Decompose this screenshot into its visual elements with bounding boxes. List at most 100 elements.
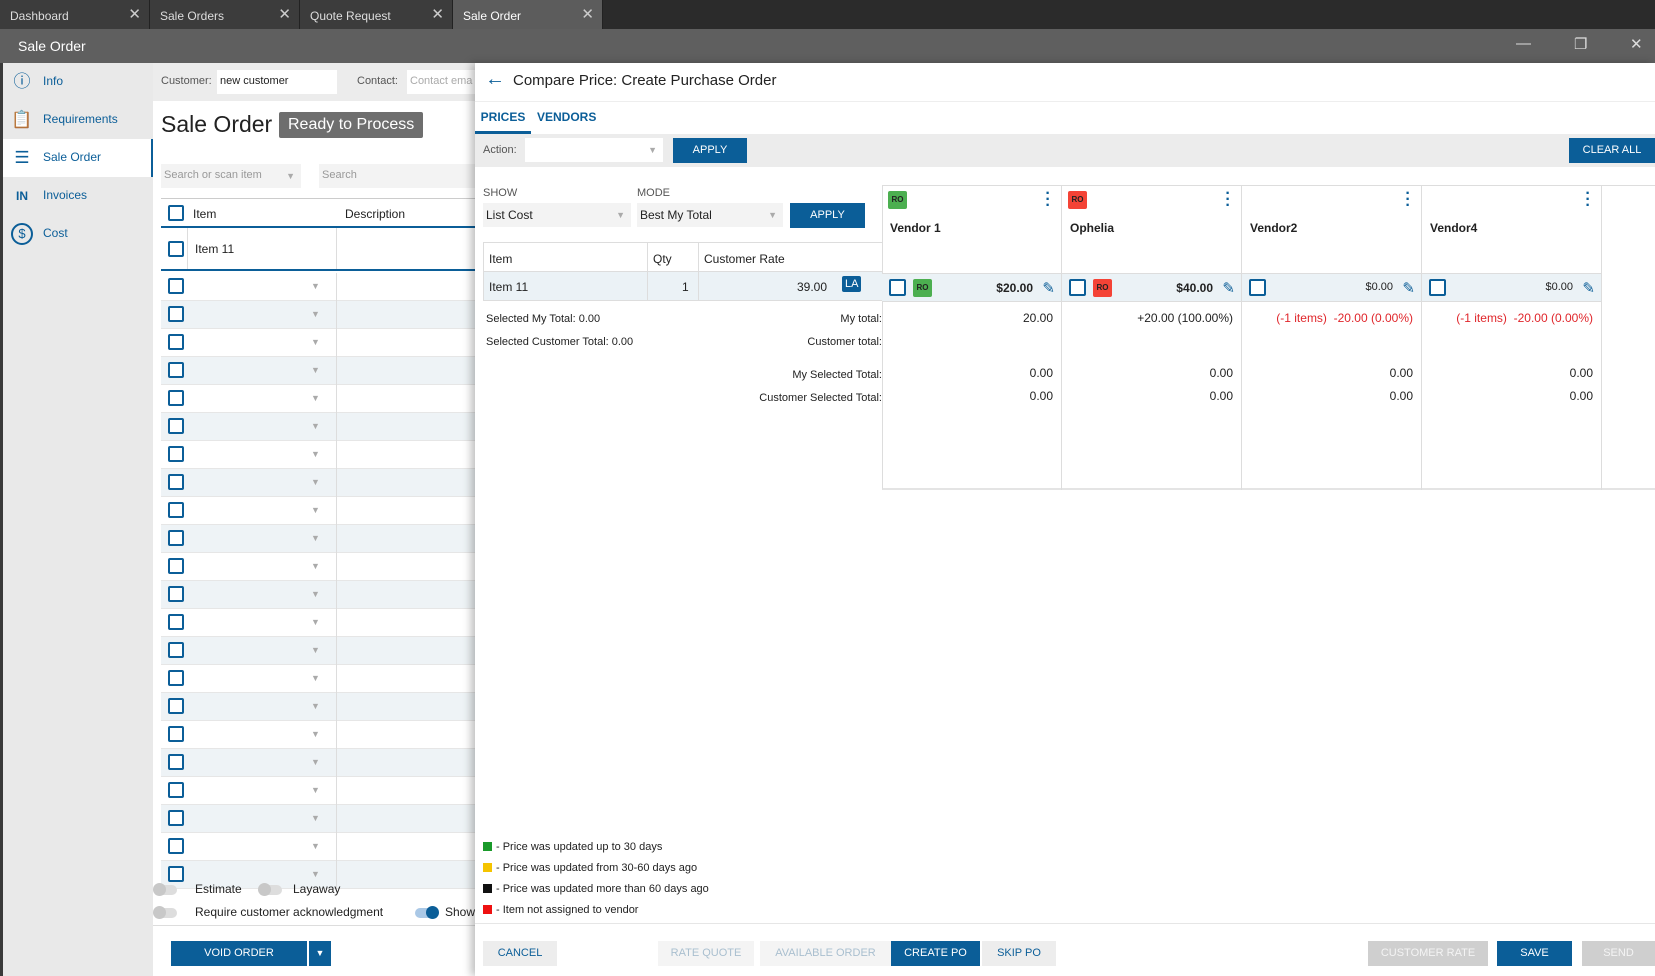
table-row[interactable]: ▼ [161, 665, 475, 693]
chevron-down-icon[interactable]: ▼ [311, 477, 320, 487]
row-checkbox[interactable] [168, 810, 184, 826]
table-row[interactable]: ▼ [161, 273, 475, 301]
row-checkbox[interactable] [168, 474, 184, 490]
customer-input[interactable]: new customer [217, 70, 337, 94]
chevron-down-icon[interactable]: ▼ [311, 785, 320, 795]
search-item-input[interactable]: Search or scan item ▼ [161, 164, 301, 188]
table-row[interactable]: ▼ [161, 357, 475, 385]
row-checkbox[interactable] [168, 278, 184, 294]
chevron-down-icon[interactable]: ▼ [311, 757, 320, 767]
row-checkbox[interactable] [168, 390, 184, 406]
close-icon[interactable]: ✕ [431, 5, 444, 23]
close-window-icon[interactable]: ✕ [1630, 35, 1643, 53]
tab-sale-orders[interactable]: Sale Orders ✕ [150, 0, 300, 29]
chevron-down-icon[interactable]: ▼ [311, 645, 320, 655]
row-checkbox[interactable] [168, 558, 184, 574]
customer-rate-button[interactable]: CUSTOMER RATE [1368, 941, 1488, 966]
table-row[interactable]: ▼ [161, 469, 475, 497]
tab-vendors[interactable]: VENDORS [537, 110, 596, 124]
sidebar-item-requirements[interactable]: 📋 Requirements [3, 101, 153, 139]
restore-icon[interactable]: ❐ [1574, 35, 1587, 53]
table-row[interactable]: ▼ [161, 833, 475, 861]
close-icon[interactable]: ✕ [581, 5, 594, 23]
tab-dashboard[interactable]: Dashboard ✕ [0, 0, 150, 29]
tab-quote-request[interactable]: Quote Request ✕ [300, 0, 453, 29]
chevron-down-icon[interactable]: ▼ [311, 505, 320, 515]
table-row[interactable]: ▼ [161, 329, 475, 357]
table-row[interactable]: ▼ [161, 441, 475, 469]
row-checkbox[interactable] [168, 614, 184, 630]
chevron-down-icon[interactable]: ▼ [311, 813, 320, 823]
row-checkbox[interactable] [168, 754, 184, 770]
chevron-down-icon[interactable]: ▼ [311, 729, 320, 739]
chevron-down-icon[interactable]: ▼ [311, 309, 320, 319]
pencil-icon[interactable]: ✎ [1582, 279, 1595, 297]
require-ack-toggle[interactable] [153, 906, 177, 919]
chevron-down-icon[interactable]: ▼ [311, 449, 320, 459]
send-button[interactable]: SEND [1582, 941, 1655, 966]
row-checkbox[interactable] [168, 866, 184, 882]
tab-prices[interactable]: PRICES [475, 101, 531, 134]
chevron-down-icon[interactable]: ▼ [311, 841, 320, 851]
save-button[interactable]: SAVE [1497, 941, 1572, 966]
chevron-down-icon[interactable]: ▼ [311, 673, 320, 683]
close-icon[interactable]: ✕ [278, 5, 291, 23]
minimize-icon[interactable]: — [1516, 35, 1531, 52]
mode-select[interactable]: Best My Total ▼ [637, 203, 783, 227]
table-row[interactable]: ▼ [161, 385, 475, 413]
row-checkbox[interactable] [168, 334, 184, 350]
row-checkbox[interactable] [168, 502, 184, 518]
rate-quote-button[interactable]: RATE QUOTE [658, 941, 754, 966]
chevron-down-icon[interactable]: ▼ [311, 701, 320, 711]
table-row[interactable]: Item 11 1 39.00 LA [483, 272, 882, 301]
chevron-down-icon[interactable]: ▼ [311, 561, 320, 571]
row-checkbox[interactable] [168, 782, 184, 798]
chevron-down-icon[interactable]: ▼ [311, 365, 320, 375]
pencil-icon[interactable]: ✎ [1222, 279, 1235, 297]
sidebar-item-sale-order[interactable]: ☰ Sale Order [3, 139, 153, 177]
more-vert-icon[interactable]: · · · [1045, 186, 1051, 214]
void-order-dropdown[interactable]: ▼ [309, 941, 331, 966]
sidebar-item-info[interactable]: ⓘ Info [3, 63, 153, 101]
chevron-down-icon[interactable]: ▼ [311, 589, 320, 599]
tab-sale-order[interactable]: Sale Order ✕ [453, 0, 603, 29]
chevron-down-icon[interactable]: ▼ [311, 617, 320, 627]
table-row[interactable]: ▼ [161, 637, 475, 665]
table-row[interactable]: ▼ [161, 693, 475, 721]
search-input[interactable]: Search [319, 164, 475, 188]
table-row[interactable]: ▼ [161, 805, 475, 833]
table-row[interactable]: ▼ [161, 749, 475, 777]
table-row[interactable]: ▼ [161, 413, 475, 441]
skip-po-button[interactable]: SKIP PO [982, 941, 1056, 966]
row-checkbox[interactable] [168, 586, 184, 602]
chevron-down-icon[interactable]: ▼ [311, 337, 320, 347]
action-select[interactable]: ▼ [525, 138, 663, 162]
chevron-down-icon[interactable]: ▼ [311, 869, 320, 879]
contact-input[interactable]: Contact ema [407, 70, 475, 94]
chevron-down-icon[interactable]: ▼ [311, 533, 320, 543]
table-row[interactable]: ▼ [161, 609, 475, 637]
show-toggle[interactable] [415, 906, 439, 919]
chevron-down-icon[interactable]: ▼ [311, 393, 320, 403]
vendor-item-checkbox[interactable] [1069, 279, 1086, 296]
table-row[interactable]: ▼ [161, 497, 475, 525]
select-all-checkbox[interactable] [168, 205, 184, 221]
close-icon[interactable]: ✕ [128, 5, 141, 23]
back-arrow-icon[interactable]: ← [485, 68, 505, 91]
pencil-icon[interactable]: ✎ [1402, 279, 1415, 297]
more-vert-icon[interactable]: · · · [1405, 186, 1411, 214]
table-row[interactable]: ▼ [161, 553, 475, 581]
row-checkbox[interactable] [168, 838, 184, 854]
rate-badge[interactable]: LA [842, 276, 862, 292]
row-checkbox[interactable] [168, 446, 184, 462]
customer-rate-value[interactable]: 39.00 [797, 280, 827, 294]
row-checkbox[interactable] [168, 698, 184, 714]
table-row[interactable]: ▼ [161, 777, 475, 805]
row-checkbox[interactable] [168, 362, 184, 378]
pencil-icon[interactable]: ✎ [1042, 279, 1055, 297]
chevron-down-icon[interactable]: ▼ [311, 281, 320, 291]
sidebar-item-invoices[interactable]: IN Invoices [3, 177, 153, 215]
table-row[interactable]: ▼ [161, 721, 475, 749]
row-checkbox[interactable] [168, 726, 184, 742]
table-row[interactable]: ▼ [161, 525, 475, 553]
